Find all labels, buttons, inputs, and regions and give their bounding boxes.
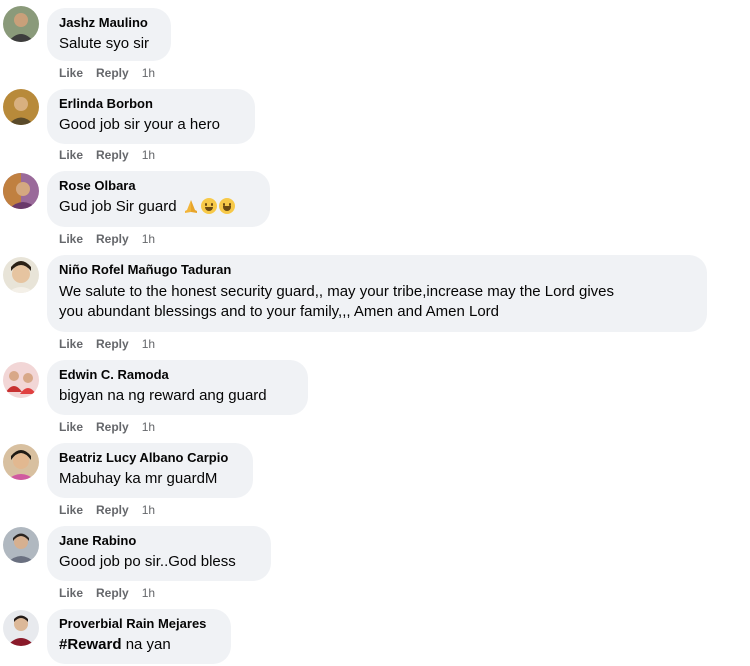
comment-bubble: Jashz Maulino Salute syo sir: [47, 8, 171, 61]
comment-bubble: Niño Rofel Mañugo Taduran We salute to t…: [47, 255, 707, 332]
comment-timestamp[interactable]: 1h: [142, 66, 155, 80]
reply-button[interactable]: Reply: [96, 232, 129, 246]
comment-author[interactable]: Jashz Maulino: [59, 15, 159, 31]
comment-text: Mabuhay ka mr guardM: [59, 470, 218, 487]
comment-text-body: na yan: [121, 636, 171, 653]
avatar[interactable]: [3, 610, 39, 646]
like-button[interactable]: Like: [59, 148, 83, 162]
comment-bubble: Erlinda Borbon Good job sir your a hero: [47, 89, 255, 144]
comment-text-line: you abundant blessings and to your famil…: [59, 303, 499, 320]
comment-actions: Like Reply 1h: [59, 232, 155, 246]
comment-author[interactable]: Rose Olbara: [59, 178, 258, 194]
reply-button[interactable]: Reply: [96, 66, 129, 80]
comment-text: #Reward na yan: [59, 635, 219, 655]
reply-button[interactable]: Reply: [96, 420, 129, 434]
like-button[interactable]: Like: [59, 232, 83, 246]
smiling-face-emoji: [200, 198, 217, 214]
comment-author[interactable]: Erlinda Borbon: [59, 96, 243, 112]
comment-text: Good job po sir..God bless: [59, 553, 236, 570]
avatar[interactable]: [3, 89, 39, 125]
comment-timestamp[interactable]: 1h: [142, 503, 155, 517]
avatar[interactable]: [3, 362, 39, 398]
comment-text: Gud job Sir guard: [59, 197, 258, 217]
hashtag-link[interactable]: #Reward: [59, 636, 122, 653]
comment-actions: Like Reply 1h: [59, 420, 155, 434]
like-button[interactable]: Like: [59, 66, 83, 80]
avatar[interactable]: [3, 527, 39, 563]
like-button[interactable]: Like: [59, 503, 83, 517]
comment-text-line: We salute to the honest security guard,,…: [59, 283, 614, 300]
comment-actions: Like Reply 1h: [59, 148, 155, 162]
comment-timestamp[interactable]: 1h: [142, 337, 155, 351]
comment-timestamp[interactable]: 1h: [142, 232, 155, 246]
reply-button[interactable]: Reply: [96, 337, 129, 351]
comment-text: Good job sir your a hero: [59, 116, 220, 133]
laughing-face-emoji: [218, 198, 235, 214]
avatar[interactable]: [3, 444, 39, 480]
reply-button[interactable]: Reply: [96, 503, 129, 517]
comment-text: bigyan na ng reward ang guard: [59, 387, 267, 404]
like-button[interactable]: Like: [59, 337, 83, 351]
comment-actions: Like Reply 1h: [59, 503, 155, 517]
comment-actions: Like Reply 1h: [59, 586, 155, 600]
comment-author[interactable]: Edwin C. Ramoda: [59, 367, 296, 383]
comment-author[interactable]: Jane Rabino: [59, 533, 259, 549]
like-button[interactable]: Like: [59, 420, 83, 434]
avatar[interactable]: [3, 6, 39, 42]
comment-timestamp[interactable]: 1h: [142, 586, 155, 600]
like-button[interactable]: Like: [59, 586, 83, 600]
reply-button[interactable]: Reply: [96, 148, 129, 162]
avatar[interactable]: [3, 173, 39, 209]
comment-bubble: Beatriz Lucy Albano Carpio Mabuhay ka mr…: [47, 443, 253, 498]
comment-bubble: Edwin C. Ramoda bigyan na ng reward ang …: [47, 360, 308, 415]
reply-button[interactable]: Reply: [96, 586, 129, 600]
comment-text: We salute to the honest security guard,,…: [59, 282, 695, 322]
comment-bubble: Rose Olbara Gud job Sir guard: [47, 171, 270, 227]
comment-text: Salute syo sir: [59, 35, 150, 52]
comment-timestamp[interactable]: 1h: [142, 420, 155, 434]
comment-bubble: Proverbial Rain Mejares #Reward na yan: [47, 609, 231, 664]
comment-actions: Like Reply 1h: [59, 337, 155, 351]
folded-hands-emoji: [183, 198, 199, 214]
avatar[interactable]: [3, 257, 39, 293]
comment-bubble: Jane Rabino Good job po sir..God bless: [47, 526, 271, 581]
comment-timestamp[interactable]: 1h: [142, 148, 155, 162]
comment-author[interactable]: Beatriz Lucy Albano Carpio: [59, 450, 241, 466]
comment-text-body: Gud job Sir guard: [59, 198, 177, 215]
comment-author[interactable]: Niño Rofel Mañugo Taduran: [59, 262, 695, 278]
comment-actions: Like Reply 1h: [59, 66, 155, 80]
comment-author[interactable]: Proverbial Rain Mejares: [59, 616, 219, 632]
